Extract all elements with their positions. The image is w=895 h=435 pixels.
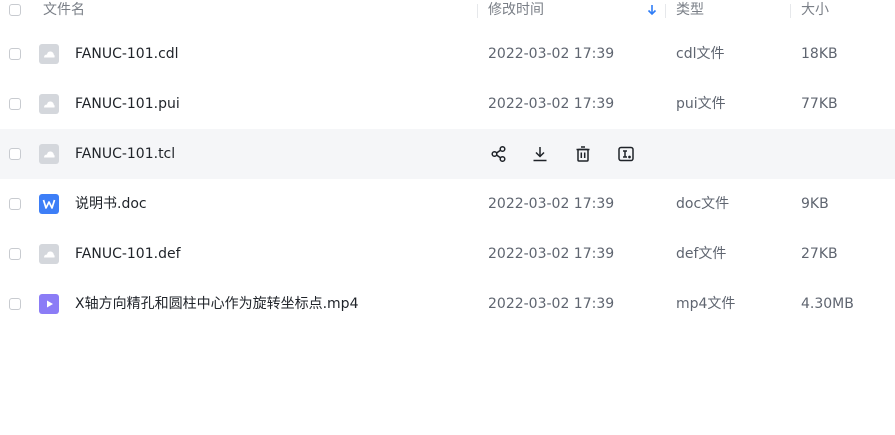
- file-size: 9KB: [801, 196, 829, 212]
- download-icon[interactable]: [529, 143, 551, 165]
- file-size: 27KB: [801, 246, 838, 262]
- row-checkbox[interactable]: [9, 298, 21, 310]
- file-row[interactable]: FANUC-101.def 2022-03-02 17:39 def文件 27K…: [0, 229, 895, 279]
- share-icon[interactable]: [488, 143, 510, 165]
- column-header-size[interactable]: 大小: [801, 1, 829, 19]
- generic-file-icon: [39, 244, 59, 264]
- row-checkbox[interactable]: [9, 198, 21, 210]
- column-divider[interactable]: [790, 4, 791, 18]
- file-row[interactable]: X轴方向精孔和圆柱中心作为旋转坐标点.mp4 2022-03-02 17:39 …: [0, 279, 895, 329]
- row-checkbox[interactable]: [9, 98, 21, 110]
- file-type: cdl文件: [676, 46, 725, 62]
- generic-file-icon: [39, 44, 59, 64]
- file-size: 77KB: [801, 96, 838, 112]
- generic-file-icon: [39, 144, 59, 164]
- file-row[interactable]: FANUC-101.tcl: [0, 129, 895, 179]
- column-divider[interactable]: [665, 4, 666, 18]
- file-row[interactable]: FANUC-101.cdl 2022-03-02 17:39 cdl文件 18K…: [0, 29, 895, 79]
- file-name[interactable]: X轴方向精孔和圆柱中心作为旋转坐标点.mp4: [75, 294, 358, 314]
- row-checkbox[interactable]: [9, 48, 21, 60]
- file-modified-date: 2022-03-02 17:39: [488, 296, 615, 312]
- file-size: 4.30MB: [801, 296, 854, 312]
- file-name[interactable]: FANUC-101.tcl: [75, 144, 175, 164]
- column-header-name[interactable]: 文件名: [43, 1, 85, 19]
- file-type: doc文件: [676, 196, 730, 212]
- file-type: mp4文件: [676, 296, 736, 312]
- video-file-icon: [39, 294, 59, 314]
- delete-icon[interactable]: [572, 143, 594, 165]
- file-name[interactable]: FANUC-101.pui: [75, 94, 180, 114]
- file-type: def文件: [676, 246, 727, 262]
- sort-descending-icon[interactable]: [646, 3, 658, 17]
- file-modified-date: 2022-03-02 17:39: [488, 196, 615, 212]
- file-list-header: 文件名 修改时间 类型 大小: [0, 0, 895, 24]
- file-size: 18KB: [801, 46, 838, 62]
- column-divider[interactable]: [477, 4, 478, 18]
- file-row[interactable]: FANUC-101.pui 2022-03-02 17:39 pui文件 77K…: [0, 79, 895, 129]
- column-header-modified[interactable]: 修改时间: [488, 1, 544, 19]
- column-header-type[interactable]: 类型: [676, 1, 704, 19]
- file-name[interactable]: FANUC-101.cdl: [75, 44, 179, 64]
- generic-file-icon: [39, 94, 59, 114]
- file-modified-date: 2022-03-02 17:39: [488, 246, 615, 262]
- file-type: pui文件: [676, 96, 726, 112]
- file-modified-date: 2022-03-02 17:39: [488, 46, 615, 62]
- word-doc-icon: [39, 194, 59, 214]
- file-name[interactable]: 说明书.doc: [75, 194, 147, 214]
- row-checkbox[interactable]: [9, 148, 21, 160]
- row-checkbox[interactable]: [9, 248, 21, 260]
- file-name[interactable]: FANUC-101.def: [75, 244, 181, 264]
- rename-icon[interactable]: [615, 143, 637, 165]
- select-all-checkbox[interactable]: [9, 4, 21, 16]
- file-row[interactable]: 说明书.doc 2022-03-02 17:39 doc文件 9KB: [0, 179, 895, 229]
- file-modified-date: 2022-03-02 17:39: [488, 96, 615, 112]
